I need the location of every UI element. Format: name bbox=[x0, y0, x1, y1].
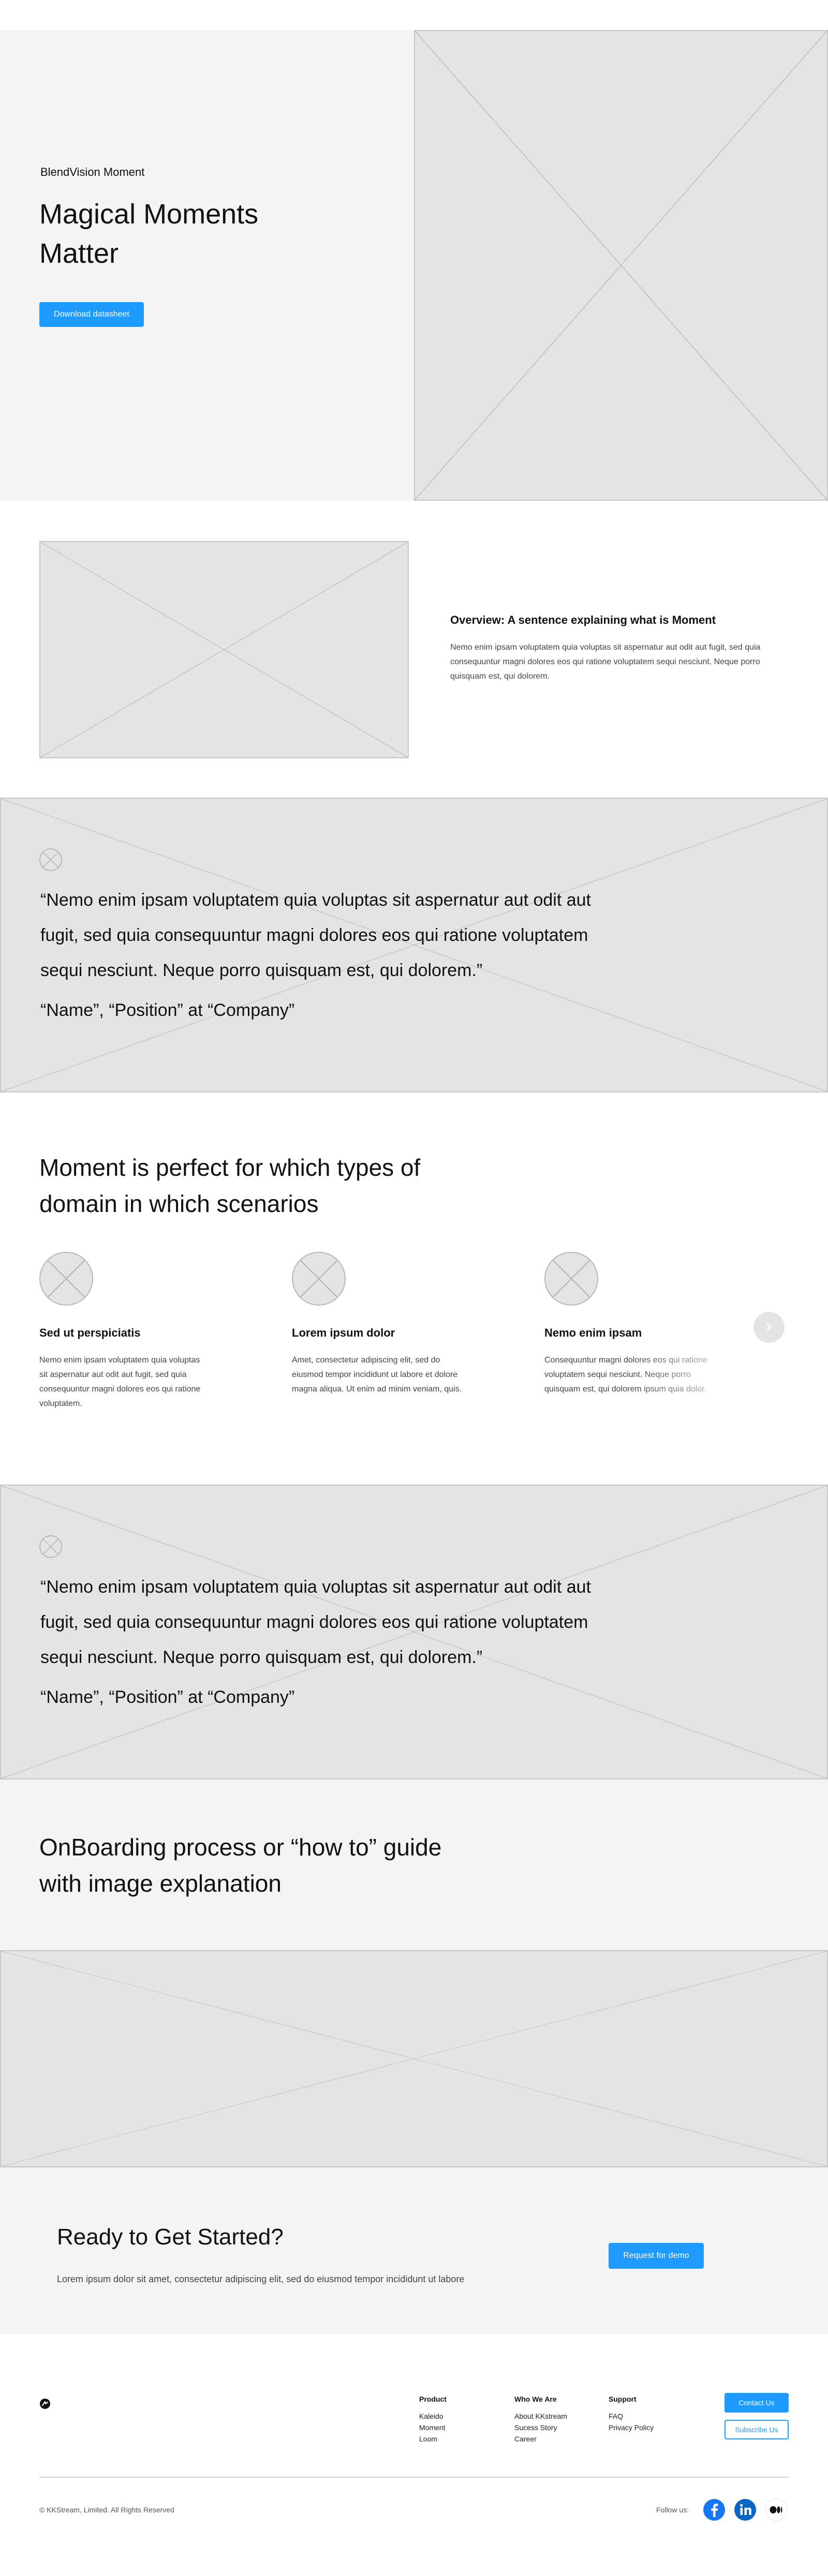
subscribe-us-button[interactable]: Subscribe Us bbox=[724, 2420, 789, 2439]
quote-line: fugit, sed quia consequuntur magni dolor… bbox=[40, 925, 588, 945]
onboarding-heading-line: OnBoarding process or “how to” guide bbox=[39, 1834, 442, 1861]
hero-title: Magical Moments Matter bbox=[39, 194, 258, 273]
quote-line: “Nemo enim ipsam voluptatem quia volupta… bbox=[40, 1577, 591, 1597]
testimonial-section: “Nemo enim ipsam voluptatem quia volupta… bbox=[0, 798, 828, 1092]
hero-eyebrow: BlendVision Moment bbox=[40, 166, 145, 178]
card-fade-overlay bbox=[631, 1314, 756, 1417]
linkedin-icon[interactable] bbox=[734, 2498, 757, 2521]
scenario-icon bbox=[544, 1252, 598, 1306]
scenario-card-title: Lorem ipsum dolor bbox=[292, 1326, 395, 1339]
scenario-card-title: Nemo enim ipsam bbox=[544, 1326, 642, 1339]
testimonial-author: “Name”, “Position” at “Company” bbox=[40, 1687, 295, 1707]
footer-column-heading: Support bbox=[609, 2395, 637, 2403]
footer-link[interactable]: Sucess Story bbox=[514, 2422, 567, 2433]
copyright-text: © KKStream, Limited. All Rights Reserved bbox=[39, 2506, 174, 2514]
onboarding-image-placeholder bbox=[0, 1950, 828, 2167]
footer-column: Support FAQ Privacy Policy bbox=[609, 2395, 654, 2433]
footer-link[interactable]: About KKstream bbox=[514, 2410, 567, 2422]
cta-body: Lorem ipsum dolor sit amet, consectetur … bbox=[57, 2274, 465, 2284]
testimonial-section: “Nemo enim ipsam voluptatem quia volupta… bbox=[0, 1485, 828, 1779]
onboarding-heading-line: with image explanation bbox=[39, 1870, 282, 1897]
hero-title-line: Magical Moments bbox=[39, 199, 259, 230]
scenario-card: Sed ut perspiciatis Nemo enim ipsam volu… bbox=[39, 1252, 215, 1422]
footer-link[interactable]: FAQ bbox=[609, 2410, 654, 2422]
footer: Product Kaleido Moment Loom Who We Are A… bbox=[0, 2334, 828, 2576]
quote-line: fugit, sed quia consequuntur magni dolor… bbox=[40, 1612, 588, 1632]
footer-link[interactable]: Moment bbox=[419, 2422, 447, 2433]
download-datasheet-button[interactable]: Download datasheet bbox=[39, 302, 144, 327]
request-demo-button[interactable]: Request for demo bbox=[609, 2243, 704, 2269]
scenarios-heading: Moment is perfect for which types of dom… bbox=[39, 1149, 420, 1222]
testimonial-quote: “Nemo enim ipsam voluptatem quia volupta… bbox=[40, 1569, 591, 1675]
quote-line: sequi nesciunt. Neque porro quisquam est… bbox=[40, 1648, 483, 1667]
chevron-right-icon[interactable] bbox=[753, 1312, 785, 1343]
onboarding-section: OnBoarding process or “how to” guide wit… bbox=[0, 1779, 828, 1950]
footer-link[interactable]: Privacy Policy bbox=[609, 2422, 654, 2433]
footer-column: Product Kaleido Moment Loom bbox=[419, 2395, 447, 2445]
hero-title-line: Matter bbox=[39, 238, 119, 269]
quote-avatar-icon bbox=[39, 848, 62, 871]
medium-icon[interactable] bbox=[765, 2498, 788, 2521]
contact-us-button[interactable]: Contact Us bbox=[724, 2393, 789, 2413]
footer-column-heading: Product bbox=[419, 2395, 447, 2403]
overview-heading: Overview: A sentence explaining what is … bbox=[450, 613, 716, 626]
quote-line: “Nemo enim ipsam voluptatem quia volupta… bbox=[40, 890, 591, 910]
onboarding-heading: OnBoarding process or “how to” guide wit… bbox=[39, 1829, 441, 1901]
quote-line: sequi nesciunt. Neque porro quisquam est… bbox=[40, 961, 483, 980]
scenario-card: Lorem ipsum dolor Amet, consectetur adip… bbox=[292, 1252, 468, 1422]
footer-divider bbox=[39, 2477, 789, 2478]
footer-link[interactable]: Kaleido bbox=[419, 2410, 447, 2422]
scenario-icon bbox=[292, 1252, 346, 1306]
brand-logo-icon[interactable] bbox=[39, 2398, 51, 2409]
cta-heading: Ready to Get Started? bbox=[57, 2224, 284, 2250]
scenarios-heading-line: Moment is perfect for which types of bbox=[39, 1154, 421, 1181]
footer-link[interactable]: Career bbox=[514, 2433, 567, 2445]
hero-image-placeholder bbox=[414, 30, 828, 501]
scenario-card-body: Nemo enim ipsam voluptatem quia voluptas… bbox=[39, 1356, 201, 1408]
testimonial-author: “Name”, “Position” at “Company” bbox=[40, 1000, 295, 1020]
overview-body: Nemo enim ipsam voluptatem quia voluptas… bbox=[450, 643, 761, 681]
cta-section: Ready to Get Started? Lorem ipsum dolor … bbox=[0, 2167, 828, 2334]
footer-link[interactable]: Loom bbox=[419, 2433, 447, 2445]
testimonial-quote: “Nemo enim ipsam voluptatem quia volupta… bbox=[40, 882, 591, 988]
quote-avatar-icon bbox=[39, 1535, 62, 1558]
scenario-card-body: Amet, consectetur adipiscing elit, sed d… bbox=[292, 1356, 462, 1394]
scenarios-heading-line: domain in which scenarios bbox=[39, 1190, 319, 1217]
follow-us-label: Follow us: bbox=[656, 2506, 689, 2514]
scenario-icon bbox=[39, 1252, 93, 1306]
facebook-icon[interactable] bbox=[703, 2498, 726, 2521]
footer-column: Who We Are About KKstream Sucess Story C… bbox=[514, 2395, 567, 2445]
footer-column-heading: Who We Are bbox=[514, 2395, 557, 2403]
overview-image-placeholder bbox=[39, 541, 409, 758]
scenario-card-title: Sed ut perspiciatis bbox=[39, 1326, 141, 1339]
